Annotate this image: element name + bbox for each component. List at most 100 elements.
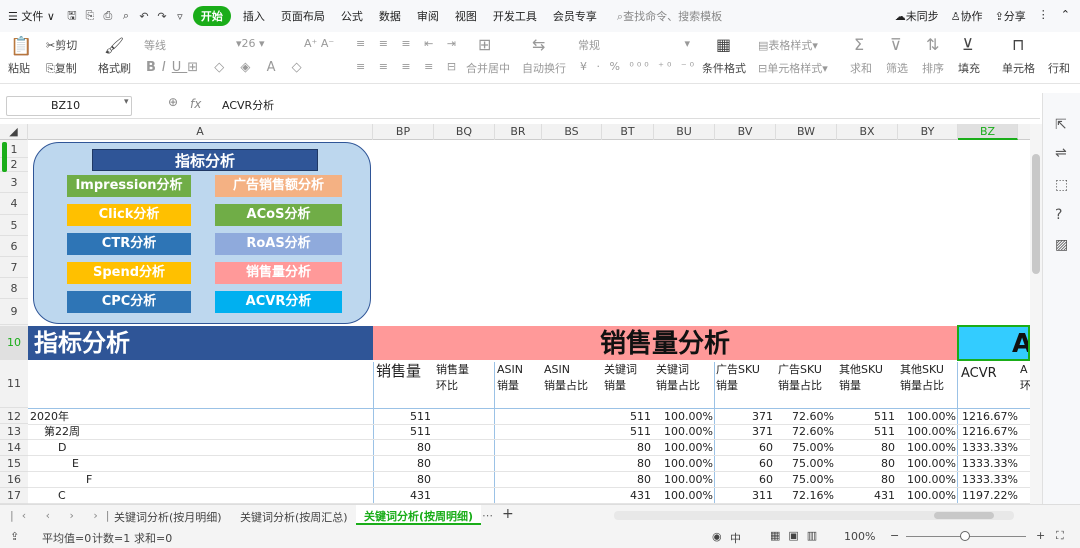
select-all-corner[interactable]: ◢ — [0, 124, 28, 140]
cond-format-button[interactable]: 条件格式 — [702, 60, 746, 76]
name-box[interactable]: BZ10 — [6, 96, 132, 116]
tab-layout[interactable]: 页面布局 — [273, 8, 333, 24]
col-header[interactable]: BQ — [434, 124, 495, 140]
cell-ad-sku-share[interactable]: 72.16% — [776, 488, 834, 504]
acos-analysis-button[interactable]: ACoS分析 — [215, 204, 342, 226]
more-icon[interactable]: ▿ — [171, 10, 189, 23]
print-icon[interactable]: ⎙ — [99, 9, 117, 23]
zoom-level[interactable]: 100% — [844, 530, 875, 543]
row-header[interactable]: 6 — [0, 236, 28, 257]
ad-sales-analysis-button[interactable]: 广告销售额分析 — [215, 175, 342, 197]
col-header[interactable]: BR — [495, 124, 542, 140]
merge-button[interactable]: 合并居中 — [466, 60, 510, 76]
sort-button[interactable]: 排序 — [922, 60, 944, 76]
cell-keyword-share[interactable]: 100.00% — [654, 409, 713, 425]
more-sheets-icon[interactable]: ⋯ — [482, 509, 493, 522]
row-header[interactable]: 17 — [0, 488, 28, 504]
cell-keyword-share[interactable]: 100.00% — [654, 456, 713, 472]
group-marker[interactable] — [2, 142, 7, 172]
tab-formula[interactable]: 公式 — [333, 8, 371, 24]
cell-acvr[interactable]: 1216.67% — [958, 409, 1018, 425]
cell-sales[interactable]: 80 — [373, 456, 431, 472]
sheet-tab-active[interactable]: 关键词分析(按周明细) — [356, 505, 482, 525]
cell-sales[interactable]: 80 — [373, 440, 431, 456]
cell-keyword-sales[interactable]: 431 — [542, 488, 651, 504]
table-style-button[interactable]: ▤表格样式▾ — [758, 37, 818, 53]
sheet-tab[interactable]: 关键词分析(按周汇总) — [240, 509, 348, 525]
cell-keyword-sales[interactable]: 80 — [542, 472, 651, 488]
pointer-icon[interactable]: ⇱ — [1055, 117, 1067, 133]
sales-volume-analysis-button[interactable]: 销售量分析 — [215, 262, 342, 284]
cell-keyword-share[interactable]: 100.00% — [654, 424, 713, 440]
row-label[interactable]: C — [58, 488, 66, 504]
cell-other-sku-sales[interactable]: 431 — [837, 488, 895, 504]
eye-icon[interactable]: ◉ — [712, 530, 722, 543]
sort-icon[interactable]: ⇅ — [926, 35, 939, 54]
cell-keyword-sales[interactable]: 80 — [542, 456, 651, 472]
fullscreen-icon[interactable]: ⛶ — [1056, 529, 1064, 543]
col-header[interactable]: BY — [898, 124, 958, 140]
filter-button[interactable]: 筛选 — [886, 60, 908, 76]
cell-other-sku-share[interactable]: 100.00% — [898, 472, 956, 488]
cut-button[interactable]: ✂剪切 — [46, 37, 77, 53]
cell-keyword-sales[interactable]: 80 — [542, 440, 651, 456]
col-header[interactable]: BT — [602, 124, 654, 140]
copy-button[interactable]: ⎘复制 — [46, 60, 77, 76]
ime-indicator[interactable]: 中 — [730, 530, 741, 546]
row-header[interactable]: 15 — [0, 456, 28, 472]
cell-ad-sku-share[interactable]: 75.00% — [776, 440, 834, 456]
cell-other-sku-share[interactable]: 100.00% — [898, 424, 956, 440]
font-select[interactable]: 等线 — [144, 37, 236, 53]
cell-acvr[interactable]: 1216.67% — [958, 424, 1018, 440]
adjust-icon[interactable]: ⇌ — [1055, 145, 1067, 161]
cell-ad-sku-sales[interactable]: 60 — [715, 440, 773, 456]
hscroll-thumb[interactable] — [934, 512, 994, 519]
cell-acvr[interactable]: 1333.33% — [958, 456, 1018, 472]
fill-button[interactable]: 填充 — [958, 60, 980, 76]
cell-ad-sku-share[interactable]: 75.00% — [776, 456, 834, 472]
row-header[interactable]: 5 — [0, 215, 28, 236]
row-header[interactable]: 16 — [0, 472, 28, 488]
collapse-icon[interactable]: ⌃ — [1061, 8, 1070, 24]
vertical-scrollbar[interactable] — [1030, 124, 1042, 504]
row-label[interactable]: F — [86, 472, 92, 488]
cell-sales[interactable]: 431 — [373, 488, 431, 504]
impression-analysis-button[interactable]: Impression分析 — [67, 175, 191, 197]
cell-acvr[interactable]: 1333.33% — [958, 472, 1018, 488]
font-size-select[interactable]: ▾26 ▾ — [236, 37, 265, 50]
click-analysis-button[interactable]: Click分析 — [67, 204, 191, 226]
cell-other-sku-sales[interactable]: 80 — [837, 472, 895, 488]
cell-ad-sku-share[interactable]: 72.60% — [776, 424, 834, 440]
cell-keyword-share[interactable]: 100.00% — [654, 472, 713, 488]
acvr-analysis-button[interactable]: ACVR分析 — [215, 291, 342, 313]
row-header[interactable]: 4 — [0, 193, 28, 215]
cell-other-sku-share[interactable]: 100.00% — [898, 440, 956, 456]
cell-ad-sku-sales[interactable]: 60 — [715, 472, 773, 488]
spend-analysis-button[interactable]: Spend分析 — [67, 262, 191, 284]
fx-icon[interactable]: fx — [190, 97, 201, 111]
cell-sales[interactable]: 511 — [373, 424, 431, 440]
horizontal-scrollbar[interactable] — [614, 511, 1014, 520]
image-icon[interactable]: ▨ — [1055, 237, 1068, 253]
save-icon[interactable]: 🖫 — [63, 7, 81, 26]
row-header[interactable]: 11 — [0, 360, 28, 408]
merge-icon[interactable]: ⊞ — [478, 35, 491, 54]
row-header[interactable]: 7 — [0, 257, 28, 278]
paste-button[interactable]: 粘贴 — [8, 60, 30, 76]
cell-sales[interactable]: 511 — [373, 409, 431, 425]
cell-acvr[interactable]: 1197.22% — [958, 488, 1018, 504]
cell-other-sku-sales[interactable]: 511 — [837, 424, 895, 440]
align-top-group[interactable]: ≡ ≡ ≡ ⇤ ⇥ — [356, 37, 461, 50]
tab-start[interactable]: 开始 — [192, 6, 231, 26]
scroll-thumb[interactable] — [1032, 154, 1040, 274]
sheet-tab[interactable]: 关键词分析(按月明细) — [114, 509, 222, 525]
cell-other-sku-share[interactable]: 100.00% — [898, 488, 956, 504]
cell-ad-sku-sales[interactable]: 371 — [715, 424, 773, 440]
sum-icon[interactable]: Σ — [854, 35, 864, 54]
export-icon[interactable]: ⎘ — [81, 9, 99, 23]
fill-icon[interactable]: ⊻ — [962, 35, 974, 54]
row-label[interactable]: 第22周 — [44, 424, 80, 440]
cond-format-icon[interactable]: ▦ — [716, 35, 731, 54]
ctr-analysis-button[interactable]: CTR分析 — [67, 233, 191, 255]
cell-other-sku-share[interactable]: 100.00% — [898, 409, 956, 425]
